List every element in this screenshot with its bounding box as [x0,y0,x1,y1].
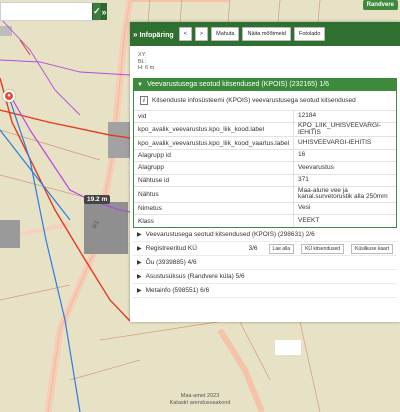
section-title: Õu (3939885) 4/6 [145,259,197,267]
measurement-label: 19.2 m [84,195,111,204]
registry-count: 3/6 [248,245,258,253]
restrictions-button[interactable]: KÜ kitsendused [301,243,345,254]
clear-button[interactable]: Mahuta [211,27,240,41]
chevron-right-icon: ▶ [137,260,142,267]
attribute-key: Alagrupp [134,161,295,175]
map-button[interactable]: Küsilkuse kaart [351,243,393,254]
check-icon[interactable]: ✓ [92,3,101,20]
map-marker-box [275,340,301,355]
search-bar: ✓ » [0,2,107,21]
section-registry[interactable]: ▶ Registreeritud KÜ 3/6 Lae alla KÜ kits… [133,242,397,257]
show-measurements-button[interactable]: Näita mõõtmeid [242,27,291,41]
attribute-key: Klass [134,214,295,228]
attribute-value: 371 [293,173,396,187]
table-row: vid 12184 [134,109,396,123]
section-title: Asustusüksus (Randvere küla) 5/6 [145,273,245,281]
attribution-line-2: Katastri arendusosakond [169,399,231,406]
table-row: Klass VEEKT [134,214,396,228]
location-pin-icon[interactable]: ● [3,90,15,102]
chevron-right-icon: ▶ [137,232,142,239]
chevron-right-icon: ▶ [137,246,142,253]
attribute-value: KPO_LIIK_UHISVEEVARGI-IEHITIS [293,122,396,137]
section-notice: i Kitsenduste infosüsteemi (KPOIS) veeva… [134,91,396,110]
section-title: Metainfo (598551) 6/6 [145,287,210,295]
table-row: Nimetus Vesi [134,201,396,215]
double-chevron-down-icon[interactable]: » [100,3,107,20]
section-collapsed[interactable]: ▶ Asustusüksus (Randvere küla) 5/6 [133,270,397,285]
chevron-right-icon: ▶ [137,288,142,295]
map-attribution: Maa-amet 2023 Katastri arendusosakond [0,393,400,406]
panel-title[interactable]: » Infopäring [133,30,174,39]
panel-header: » Infopäring < > Mahuta Näita mõõtmeid Fo… [130,22,400,46]
attribute-value: Maa-alune vee ja kanal.survetorustik all… [293,185,396,203]
section-body: i Kitsenduste infosüsteemi (KPOIS) veeva… [133,91,397,229]
table-row: kpo_avalik_veevarustus.kpo_liik_kood_vaa… [134,136,396,150]
attribute-value: Vesi [293,201,396,215]
section-title: Veevarustusega seotud kitsendused (KPOIS… [145,231,315,239]
table-row: Nähtuse id 371 [134,173,396,187]
info-icon: i [140,96,148,105]
attribute-table: vid 12184 kpo_avalik_veevarustus.kpo_liik_… [134,109,396,228]
attribute-key: kpo_avalik_veevarustus.kpo_liik_kood.lab… [134,122,295,137]
attribute-value: 12184 [293,109,396,123]
attribute-key: kpo_avalik_veevarustus.kpo_liik_kood_vaa… [134,136,295,150]
table-row: Nähtus Maa-alune vee ja kanal.survetorust… [134,185,396,203]
info-query-panel: » Infopäring < > Mahuta Näita mõõtmeid Fo… [130,22,400,322]
section-title: Veevarustusega seotud kitsendused (KPOIS… [146,81,330,88]
attribute-value: VEEKT [293,214,396,228]
attribute-key: Nähtus [134,185,295,203]
table-row: Alagrupp id 16 [134,148,396,162]
notice-text: Kitsenduste infosüsteemi (KPOIS) veevaru… [152,97,356,104]
chevron-right-icon: ▶ [137,274,142,281]
table-row: Alagrupp Veevarustus [134,161,396,175]
section-header-open[interactable]: ▼ Veevarustusega seotud kitsendused (KPO… [133,78,397,91]
section-collapsed[interactable]: ▶ Õu (3939885) 4/6 [133,256,397,271]
section-collapsed[interactable]: ▶ Veevarustusega seotud kitsendused (KPOI… [133,228,397,243]
search-input[interactable] [1,3,92,20]
attribute-key: Nähtuse id [134,173,295,187]
chevron-down-icon: ▼ [137,81,143,88]
village-label: Randvere [362,0,398,10]
attribute-key: Alagrupp id [134,148,295,162]
attribute-key: Nimetus [134,201,295,215]
photo-button[interactable]: Fotolado [294,27,326,41]
attribute-value: 16 [293,148,396,162]
height-value: H: 6 m [138,65,155,71]
double-chevron-icon[interactable]: » [133,30,137,39]
attribute-value: UHISVEEVARGI-IEHITIS [293,136,396,150]
attribute-value: Veevarustus [293,161,396,175]
table-row: kpo_avalik_veevarustus.kpo_liik_kood.lab… [134,122,396,137]
registry-title: Registreeritud KÜ [145,245,197,253]
prev-button[interactable]: < [178,27,192,41]
attribute-key: vid [134,109,295,123]
section-collapsed[interactable]: ▶ Metainfo (598551) 6/6 [133,284,397,299]
next-button[interactable]: > [194,27,209,41]
download-button[interactable]: Lae alla [268,243,295,254]
coordinates-block: XY: BL: H: 6 m [130,46,400,78]
